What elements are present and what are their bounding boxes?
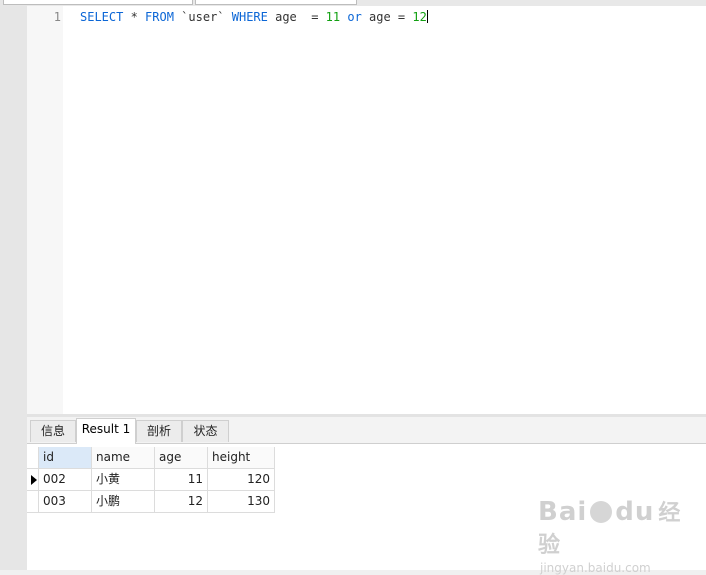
sql-text: age = — [361, 10, 413, 24]
sql-keyword: WHERE — [231, 10, 268, 24]
table-cell-height[interactable]: 120 — [208, 469, 275, 491]
sql-keyword: SELECT — [80, 10, 124, 24]
table-cell-name[interactable]: 小鹏 — [92, 491, 155, 513]
tab-status[interactable]: 状态 — [182, 420, 229, 442]
sql-text: * — [123, 10, 146, 24]
sql-editor[interactable]: 1 SELECT * FROM `user` WHERE age = 11 or… — [3, 0, 706, 414]
current-row-arrow-icon — [31, 475, 37, 485]
table-cell-age[interactable]: 11 — [155, 469, 208, 491]
editor-top-tab[interactable] — [195, 0, 357, 5]
row-indicator-header — [27, 447, 39, 469]
table-cell-age[interactable]: 12 — [155, 491, 208, 513]
line-number: 1 — [53, 10, 61, 24]
left-panel-strip — [0, 0, 27, 570]
line-number-gutter: 1 — [27, 6, 63, 414]
table-cell-height[interactable]: 130 — [208, 491, 275, 513]
table-cell-id[interactable]: 003 — [39, 491, 92, 513]
sql-code-line[interactable]: SELECT * FROM `user` WHERE age = 11 or a… — [80, 10, 428, 24]
tab-info[interactable]: 信息 — [30, 420, 76, 442]
editor-top-tabbar — [3, 0, 706, 6]
text-caret — [426, 10, 428, 23]
table-cell-name[interactable]: 小黄 — [92, 469, 155, 491]
result-panel: 信息 Result 1 剖析 状态 id name age height 002… — [27, 417, 706, 570]
sql-text: `user` — [173, 10, 232, 24]
sql-text: age = — [267, 10, 326, 24]
tab-profile[interactable]: 剖析 — [136, 420, 182, 442]
column-header-id[interactable]: id — [39, 447, 92, 469]
sql-number: 11 — [325, 10, 341, 24]
editor-top-tab[interactable] — [3, 0, 193, 5]
row-indicator[interactable] — [27, 469, 39, 491]
sql-keyword: or — [347, 10, 362, 24]
tab-result-1[interactable]: Result 1 — [76, 418, 136, 444]
result-tabbar: 信息 Result 1 剖析 状态 — [27, 417, 706, 444]
column-header-age[interactable]: age — [155, 447, 208, 469]
column-header-name[interactable]: name — [92, 447, 155, 469]
table-cell-id[interactable]: 002 — [39, 469, 92, 491]
sql-number: 12 — [412, 10, 427, 24]
row-indicator[interactable] — [27, 491, 39, 513]
sql-keyword: FROM — [145, 10, 174, 24]
column-header-height[interactable]: height — [208, 447, 275, 469]
